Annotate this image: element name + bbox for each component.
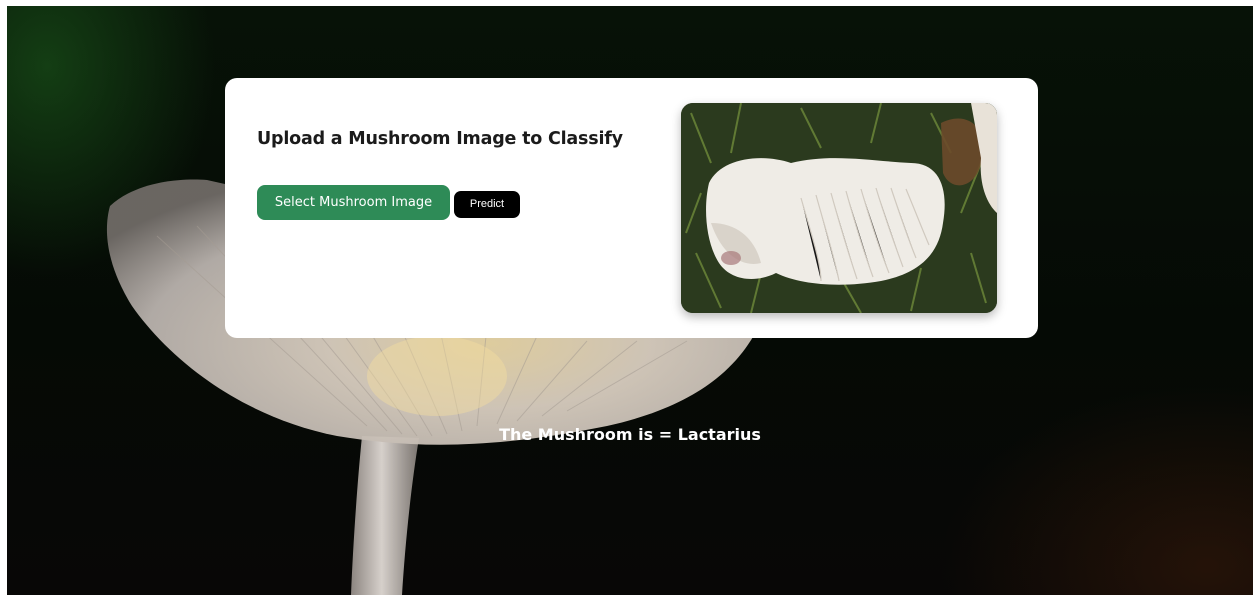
card-title: Upload a Mushroom Image to Classify: [257, 129, 623, 149]
predict-button[interactable]: Predict: [454, 191, 520, 218]
uploaded-mushroom-photo: [681, 103, 997, 313]
image-preview: [681, 103, 997, 313]
prediction-result: The Mushroom is = Lactarius: [499, 425, 761, 444]
select-image-button[interactable]: Select Mushroom Image: [257, 185, 450, 220]
upload-card: Upload a Mushroom Image to Classify Sele…: [225, 78, 1038, 338]
page-background: Upload a Mushroom Image to Classify Sele…: [7, 6, 1253, 595]
